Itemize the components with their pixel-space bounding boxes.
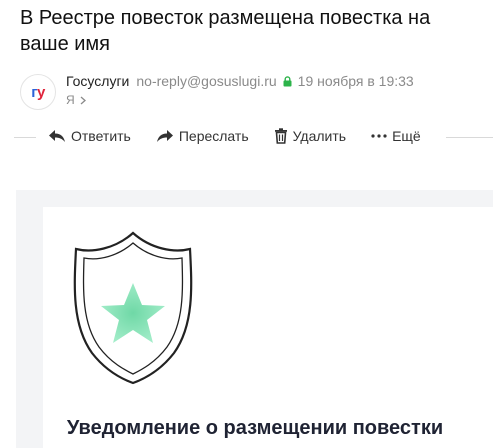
email-toolbar: Ответить Переслать Удалить Ещё — [48, 128, 421, 144]
more-button[interactable]: Ещё — [371, 128, 421, 144]
forward-button[interactable]: Переслать — [156, 128, 249, 144]
trash-icon — [274, 128, 287, 144]
delete-label: Удалить — [292, 128, 347, 144]
avatar-letter-second: у — [36, 83, 45, 101]
email-body-card: Уведомление о размещении повестки — [43, 207, 493, 448]
forward-icon — [156, 130, 173, 142]
shield-star-icon — [70, 225, 196, 390]
more-label: Ещё — [392, 128, 421, 144]
sender-avatar[interactable]: гу — [20, 74, 56, 110]
lock-icon — [283, 75, 292, 87]
sender-email[interactable]: no-reply@gosuslugi.ru — [136, 73, 276, 89]
reply-icon — [49, 130, 65, 142]
forward-label: Переслать — [178, 128, 249, 144]
chevron-right-icon — [80, 96, 86, 105]
reply-label: Ответить — [71, 128, 131, 144]
toolbar-divider-left — [14, 137, 36, 138]
email-subject: В Реестре повесток размещена повестка на… — [20, 7, 431, 55]
recipient-line[interactable]: Я — [66, 93, 86, 107]
more-dots-icon — [371, 134, 387, 138]
sender-name[interactable]: Госуслуги — [66, 73, 129, 89]
toolbar-divider-right — [446, 137, 493, 138]
email-date: 19 ноября в 19:33 — [297, 73, 414, 89]
sender-row: гу Госуслуги no-reply@gosuslugi.ru 19 но… — [20, 72, 480, 112]
recipient-label: Я — [66, 93, 75, 107]
delete-button[interactable]: Удалить — [274, 128, 346, 144]
reply-button[interactable]: Ответить — [48, 128, 131, 144]
notice-title: Уведомление о размещении повестки — [66, 417, 444, 439]
sender-meta: Госуслуги no-reply@gosuslugi.ru 19 ноябр… — [66, 73, 414, 89]
